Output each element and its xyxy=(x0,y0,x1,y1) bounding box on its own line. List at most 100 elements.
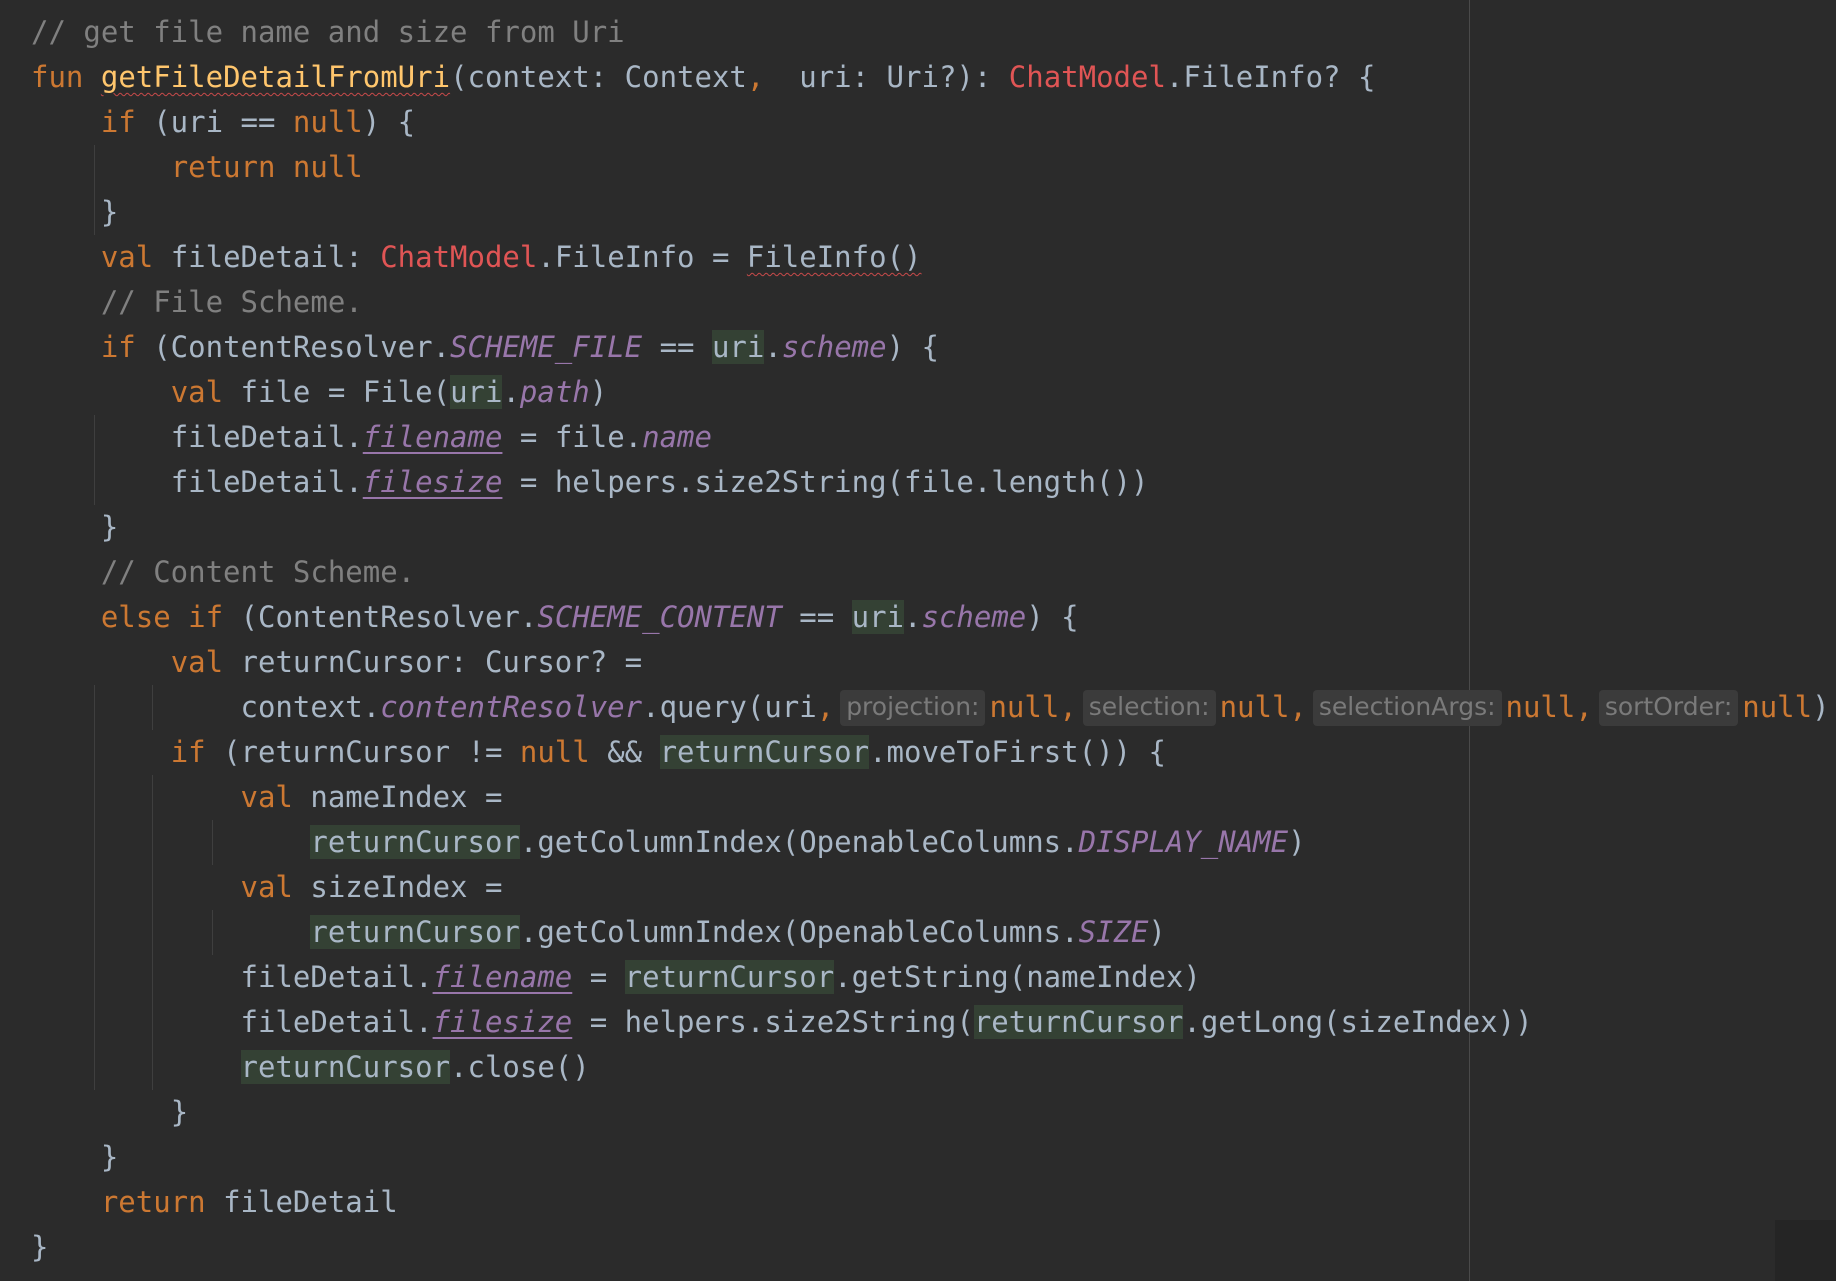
code-text: (returnCursor != xyxy=(205,735,520,769)
smart-cast-highlight[interactable]: uri xyxy=(851,600,905,634)
keyword: if xyxy=(100,330,136,364)
code-text: file = File( xyxy=(223,375,451,409)
function-name[interactable]: getFileDetailFromUri xyxy=(101,60,450,94)
code-line[interactable]: // get file name and size from Uri xyxy=(31,10,1830,55)
smart-cast-highlight[interactable]: returnCursor xyxy=(973,1005,1184,1039)
code-text: .FileInfo = xyxy=(537,240,747,274)
code-line[interactable]: fileDetail.filesize = helpers.size2Strin… xyxy=(31,1000,1830,1045)
inlay-hint-projection[interactable]: projection: xyxy=(840,690,986,726)
code-line[interactable]: } xyxy=(31,1135,1830,1180)
code-line[interactable]: val sizeIndex = xyxy=(31,865,1830,910)
code-text: .close() xyxy=(450,1050,590,1084)
keyword: val xyxy=(170,375,224,409)
mutable-property[interactable]: filename xyxy=(433,960,573,994)
code-line[interactable]: if (uri == null) { xyxy=(31,100,1830,145)
code-line[interactable]: returnCursor.close() xyxy=(31,1045,1830,1090)
smart-cast-highlight[interactable]: returnCursor xyxy=(659,735,870,769)
smart-cast-highlight[interactable]: returnCursor xyxy=(240,1050,451,1084)
code-text: = helpers.size2String( xyxy=(572,1005,974,1039)
code-text: (ContentResolver. xyxy=(135,330,451,364)
code-text: = file. xyxy=(502,420,643,454)
inlay-hint-selection[interactable]: selection: xyxy=(1082,690,1216,726)
code-line[interactable]: val fileDetail: ChatModel.FileInfo = Fil… xyxy=(31,235,1830,280)
code-line[interactable]: return null xyxy=(31,145,1830,190)
code-line[interactable]: return fileDetail xyxy=(31,1180,1830,1225)
code-text: fileDetail: xyxy=(153,240,381,274)
code-line[interactable]: if (returnCursor != null && returnCursor… xyxy=(31,730,1830,775)
code-text: context. xyxy=(240,690,381,724)
smart-cast-highlight[interactable]: returnCursor xyxy=(310,825,520,859)
code-line[interactable]: val returnCursor: Cursor? = xyxy=(31,640,1830,685)
smart-cast-highlight[interactable]: returnCursor xyxy=(310,915,520,949)
code-line[interactable]: fun getFileDetailFromUri(context: Contex… xyxy=(31,55,1830,100)
punctuation: , xyxy=(746,60,765,94)
code-line[interactable]: } xyxy=(31,1090,1830,1135)
code-line[interactable]: returnCursor.getColumnIndex(OpenableColu… xyxy=(31,820,1830,865)
constant[interactable]: SCHEME_CONTENT xyxy=(537,600,781,634)
keyword: null xyxy=(519,735,590,769)
comment: // Content Scheme. xyxy=(100,555,416,589)
code-line[interactable]: fileDetail.filename = returnCursor.getSt… xyxy=(31,955,1830,1000)
keyword: if xyxy=(100,105,136,139)
property[interactable]: name xyxy=(642,420,712,454)
code-line[interactable]: fileDetail.filesize = helpers.size2Strin… xyxy=(31,460,1830,505)
code-line[interactable]: } xyxy=(31,190,1830,235)
property[interactable]: path xyxy=(520,375,590,409)
code-line[interactable]: // Content Scheme. xyxy=(31,550,1830,595)
smart-cast-highlight[interactable]: returnCursor xyxy=(624,960,835,994)
inlay-hint-selection-args[interactable]: selectionArgs: xyxy=(1312,690,1502,726)
inlay-hint-sort-order[interactable]: sortOrder: xyxy=(1598,690,1739,726)
closing-brace: } xyxy=(100,195,119,229)
code-text: (ContentResolver. xyxy=(223,600,538,634)
keyword: null xyxy=(1742,690,1813,724)
constant[interactable]: SCHEME_FILE xyxy=(450,330,642,364)
code-text: .getLong(sizeIndex)) xyxy=(1183,1005,1533,1039)
constant[interactable]: SIZE xyxy=(1079,915,1149,949)
keyword: null xyxy=(989,690,1060,724)
code-line[interactable]: val nameIndex = xyxy=(31,775,1830,820)
code-text: nameIndex = xyxy=(292,780,503,814)
unresolved-class[interactable]: ChatModel xyxy=(380,240,537,274)
error-reference[interactable]: FileInfo() xyxy=(747,240,922,274)
keyword: val xyxy=(240,870,293,904)
code-text: fileDetail. xyxy=(240,1005,433,1039)
code-text: .getColumnIndex(OpenableColumns. xyxy=(519,825,1079,859)
constant[interactable]: DISPLAY_NAME xyxy=(1079,825,1289,859)
code-editor[interactable]: // get file name and size from Uri fun g… xyxy=(0,0,1836,1281)
unresolved-class[interactable]: ChatModel xyxy=(1009,60,1166,94)
mutable-property[interactable]: filesize xyxy=(433,1005,573,1039)
property[interactable]: contentResolver xyxy=(380,690,642,724)
smart-cast-highlight[interactable]: uri xyxy=(450,375,503,409)
keyword: null xyxy=(1219,690,1290,724)
smart-cast-highlight[interactable]: uri xyxy=(711,330,765,364)
keyword: null xyxy=(292,150,363,184)
punctuation: , xyxy=(1289,690,1307,724)
keyword: fun xyxy=(31,60,84,94)
closing-brace: } xyxy=(100,1140,119,1174)
code-line[interactable]: returnCursor.getColumnIndex(OpenableColu… xyxy=(31,910,1830,955)
code-line[interactable]: // File Scheme. xyxy=(31,280,1830,325)
punctuation: , xyxy=(1575,690,1593,724)
code-text: (context: Context xyxy=(450,60,747,94)
code-text: . xyxy=(904,600,922,634)
code-line[interactable]: fileDetail.filename = file.name xyxy=(31,415,1830,460)
comment: // File Scheme. xyxy=(100,285,363,319)
closing-brace: } xyxy=(170,1095,189,1129)
code-line[interactable]: context.contentResolver.query(uri, projec… xyxy=(31,685,1830,730)
code-text: == xyxy=(781,600,852,634)
property[interactable]: scheme xyxy=(782,330,887,364)
code-line[interactable]: val file = File(uri.path) xyxy=(31,370,1830,415)
keyword: null xyxy=(1505,690,1576,724)
code-text: ) { xyxy=(886,330,939,364)
mutable-property[interactable]: filename xyxy=(363,420,503,454)
property[interactable]: scheme xyxy=(922,600,1027,634)
code-line[interactable]: if (ContentResolver.SCHEME_FILE == uri.s… xyxy=(31,325,1830,370)
code-text: sizeIndex = xyxy=(292,870,503,904)
code-line[interactable]: else if (ContentResolver.SCHEME_CONTENT … xyxy=(31,595,1830,640)
mutable-property[interactable]: filesize xyxy=(363,465,503,499)
code-area[interactable]: // get file name and size from Uri fun g… xyxy=(31,10,1830,1270)
code-text: fileDetail. xyxy=(170,465,363,499)
code-line[interactable]: } xyxy=(31,1225,1830,1270)
closing-brace: } xyxy=(100,510,119,544)
code-line[interactable]: } xyxy=(31,505,1830,550)
